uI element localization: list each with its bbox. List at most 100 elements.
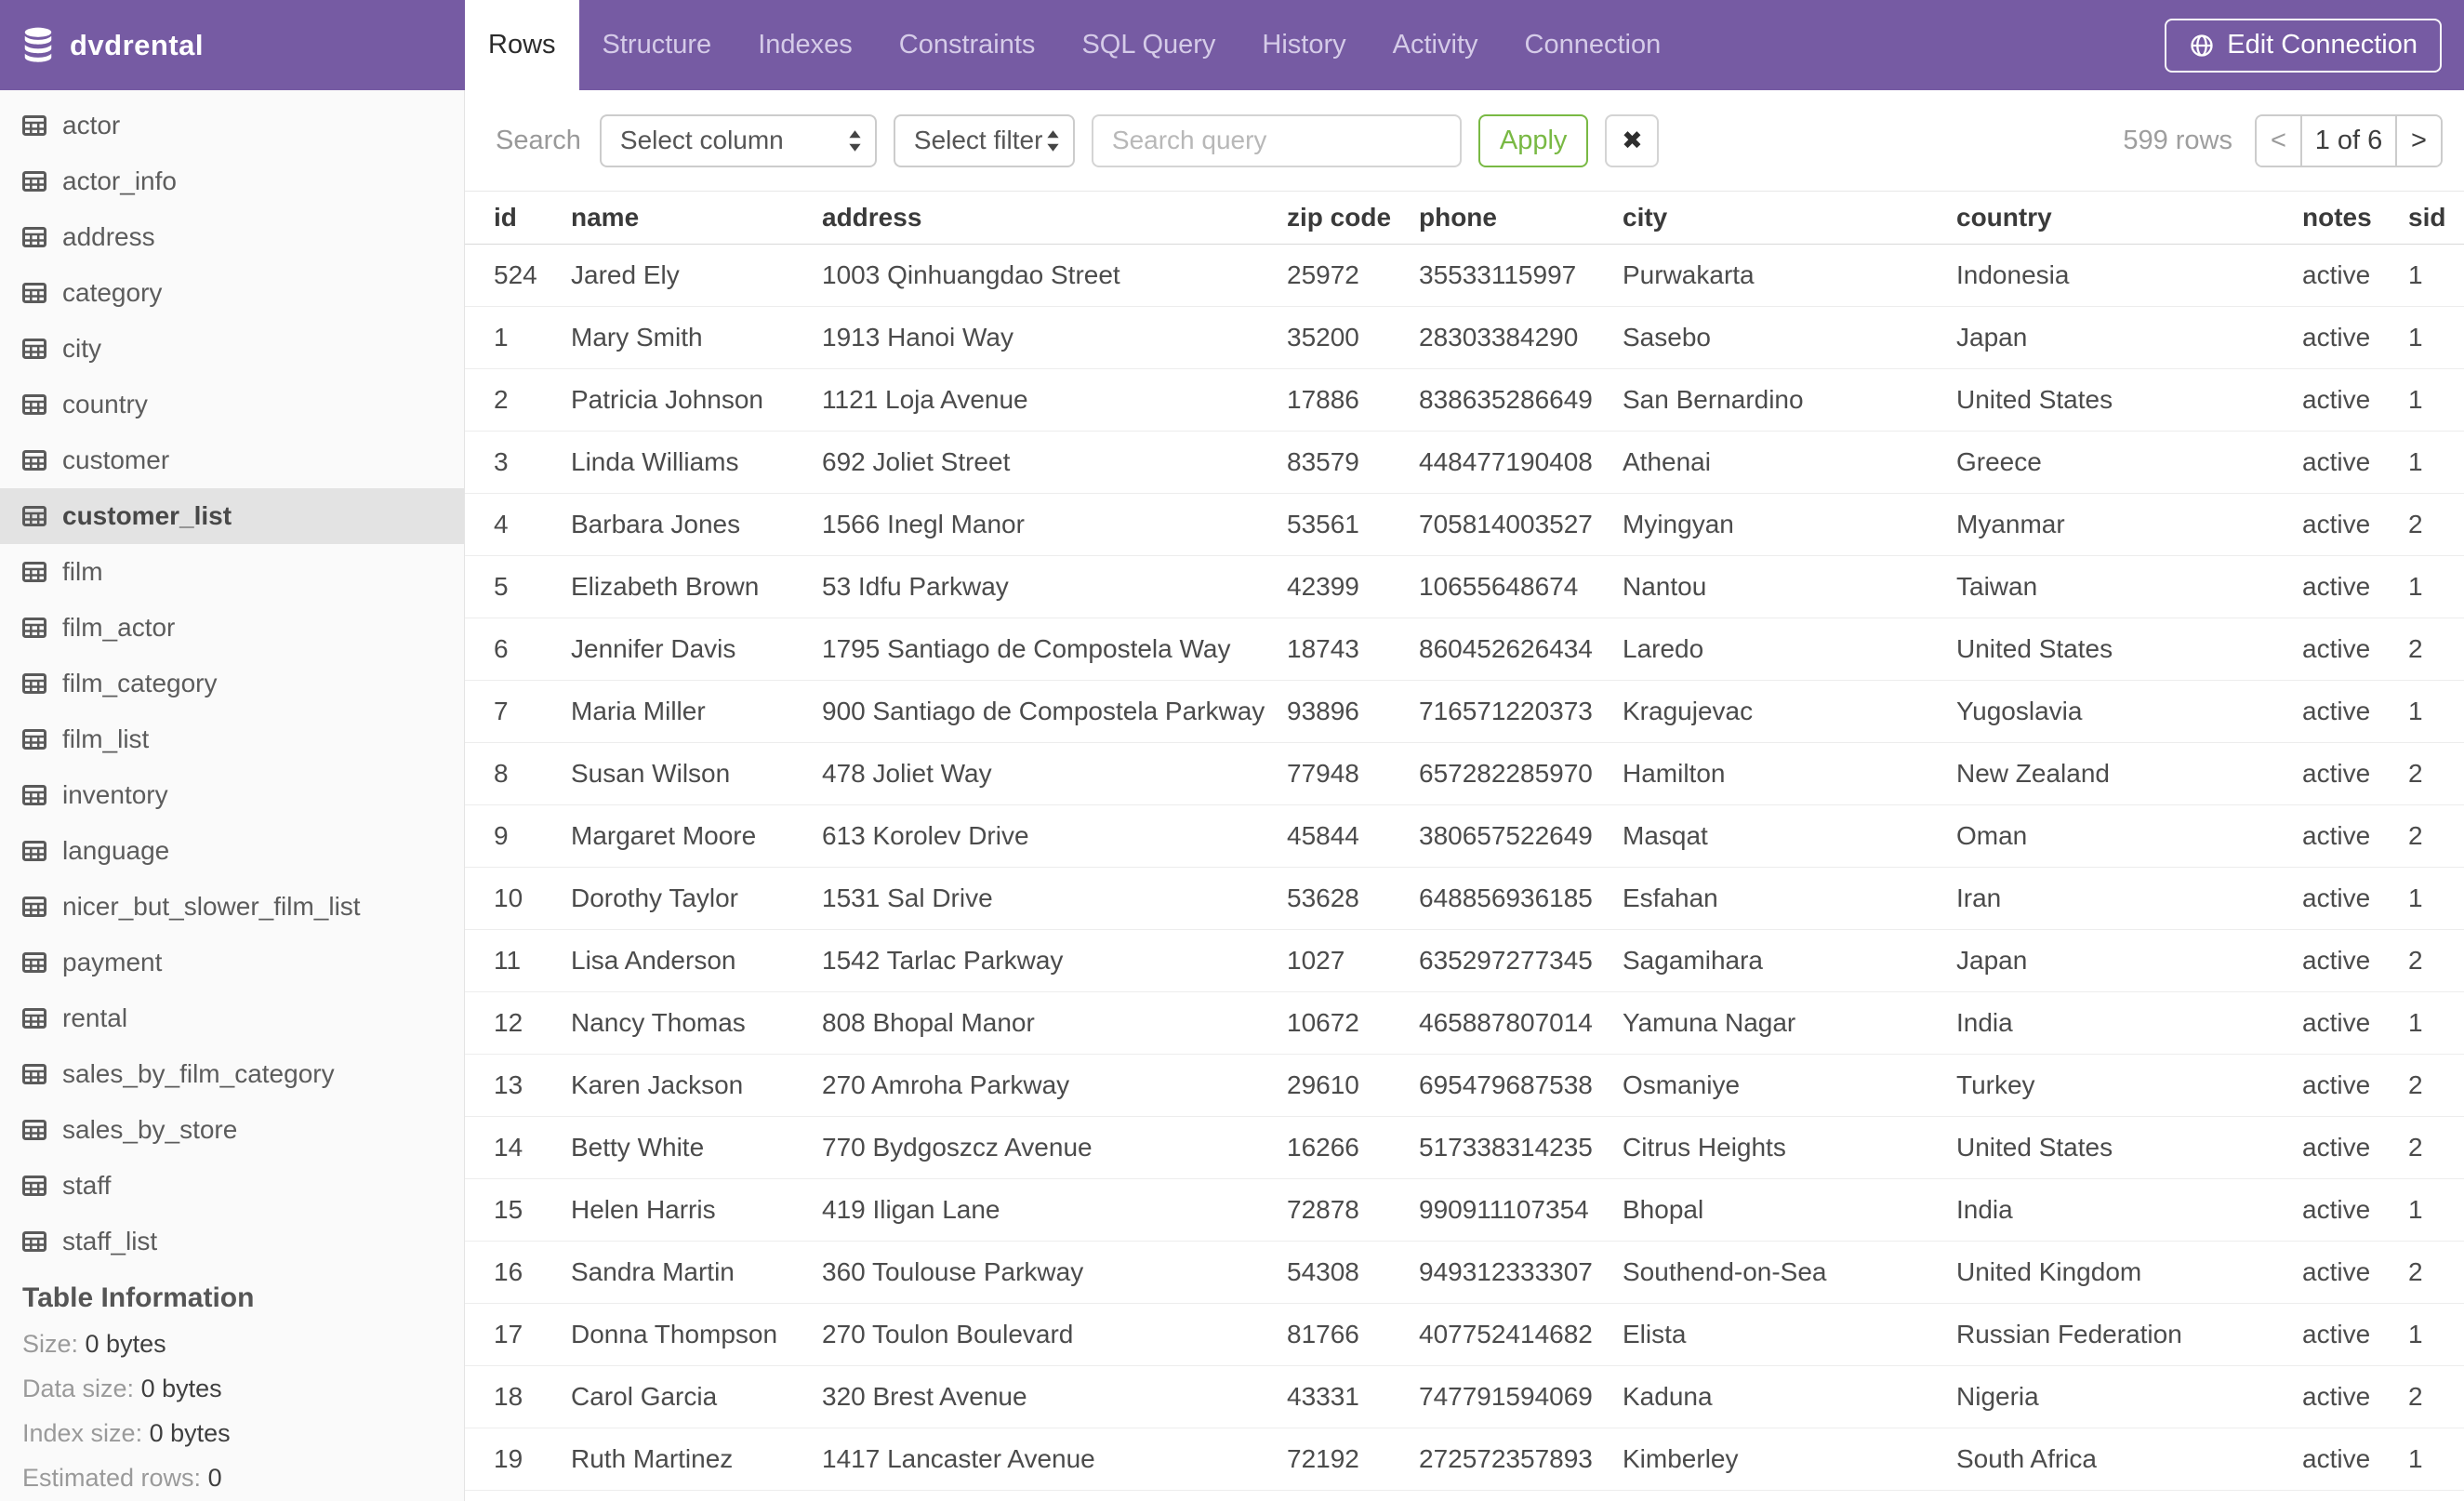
cell-country: Greece <box>1956 431 2302 494</box>
clear-search-button[interactable]: ✖ <box>1605 113 1660 167</box>
search-query-input[interactable] <box>1091 113 1462 167</box>
sidebar-item-city[interactable]: city <box>0 321 464 377</box>
cell-city: Kragujevac <box>1623 680 1956 743</box>
sidebar-item-label: city <box>62 334 101 363</box>
sidebar-item-sales-by-store[interactable]: sales_by_store <box>0 1102 464 1158</box>
sidebar-item-sales-by-film-category[interactable]: sales_by_film_category <box>0 1046 464 1102</box>
sidebar-item-label: customer <box>62 445 170 474</box>
apply-button[interactable]: Apply <box>1477 113 1589 167</box>
cell-id: 10 <box>465 867 571 930</box>
cell-name: Lisa Anderson <box>571 929 822 992</box>
table-row[interactable]: 12 Nancy Thomas 808 Bhopal Manor 10672 46588… <box>465 991 2464 1055</box>
cell-notes: active <box>2302 1428 2408 1491</box>
table-row[interactable]: 4 Barbara Jones 1566 Inegl Manor 53561 70581… <box>465 493 2464 556</box>
sidebar-item-staff[interactable]: staff <box>0 1158 464 1214</box>
cell-notes: active <box>2302 555 2408 618</box>
sidebar-item-actor-info[interactable]: actor_info <box>0 153 464 209</box>
sidebar-item-customer[interactable]: customer <box>0 432 464 488</box>
table-row[interactable]: 3 Linda Williams 692 Joliet Street 83579 448… <box>465 431 2464 494</box>
cell-id: 524 <box>465 244 571 307</box>
tab-rows[interactable]: Rows <box>465 0 579 90</box>
table-row[interactable]: 10 Dorothy Taylor 1531 Sal Drive 53628 64885… <box>465 867 2464 930</box>
sidebar-item-nicer-but-slower-film-list[interactable]: nicer_but_slower_film_list <box>0 879 464 935</box>
cell-country: Russian Federation <box>1956 1303 2302 1366</box>
table-row[interactable]: 7 Maria Miller 900 Santiago de Compostela … <box>465 680 2464 743</box>
sidebar-item-actor[interactable]: actor <box>0 98 464 153</box>
table-icon <box>22 227 46 247</box>
table-row[interactable]: 524 Jared Ely 1003 Qinhuangdao Street 25972… <box>465 244 2464 307</box>
table-row[interactable]: 1 Mary Smith 1913 Hanoi Way 35200 2830338429… <box>465 306 2464 369</box>
cell-sid: 2 <box>2408 1054 2464 1117</box>
cell-zip-code: 29610 <box>1287 1054 1419 1117</box>
cell-country: India <box>1956 991 2302 1055</box>
table-row[interactable]: 9 Margaret Moore 613 Korolev Drive 45844 380… <box>465 804 2464 868</box>
cell-id: 3 <box>465 431 571 494</box>
cell-city: Citrus Heights <box>1623 1116 1956 1179</box>
sidebar-item-film-actor[interactable]: film_actor <box>0 600 464 656</box>
table-row[interactable]: 11 Lisa Anderson 1542 Tarlac Parkway 1027 63… <box>465 929 2464 992</box>
cell-phone: 517338314235 <box>1419 1116 1623 1179</box>
column-header-notes[interactable]: notes <box>2302 191 2408 245</box>
cell-id: 1 <box>465 306 571 369</box>
tab-structure[interactable]: Structure <box>579 0 735 90</box>
cell-address: 320 Brest Avenue <box>822 1365 1287 1428</box>
tab-activity[interactable]: Activity <box>1370 0 1502 90</box>
cell-country: Nigeria <box>1956 1365 2302 1428</box>
sidebar-item-film-list[interactable]: film_list <box>0 711 464 767</box>
column-header-address[interactable]: address <box>822 191 1287 245</box>
cell-country: Turkey <box>1956 1054 2302 1117</box>
cell-zip-code: 43331 <box>1287 1365 1419 1428</box>
cell-city: Yamuna Nagar <box>1623 991 1956 1055</box>
column-header-country[interactable]: country <box>1956 191 2302 245</box>
sidebar-item-language[interactable]: language <box>0 823 464 879</box>
tab-sql-query[interactable]: SQL Query <box>1058 0 1239 90</box>
sidebar-item-country[interactable]: country <box>0 377 464 432</box>
sidebar-item-staff-list[interactable]: staff_list <box>0 1214 464 1269</box>
table-row[interactable]: 18 Carol Garcia 320 Brest Avenue 43331 74779… <box>465 1365 2464 1428</box>
sidebar-item-payment[interactable]: payment <box>0 935 464 990</box>
table-row[interactable]: 6 Jennifer Davis 1795 Santiago de Composte… <box>465 618 2464 681</box>
sidebar-item-customer-list[interactable]: customer_list <box>0 488 464 544</box>
table-info-index-size-: Index size: 0 bytes <box>22 1418 442 1448</box>
table-row[interactable]: 5 Elizabeth Brown 53 Idfu Parkway 42399 1065… <box>465 555 2464 618</box>
filter-select[interactable]: Select filter <box>893 113 1075 167</box>
tab-connection[interactable]: Connection <box>1502 0 1685 90</box>
edit-connection-button[interactable]: Edit Connection <box>2165 18 2442 73</box>
table-row[interactable]: 15 Helen Harris 419 Iligan Lane 72878 990911… <box>465 1178 2464 1242</box>
tab-history[interactable]: History <box>1239 0 1369 90</box>
table-row[interactable]: 16 Sandra Martin 360 Toulouse Parkway 54308… <box>465 1241 2464 1304</box>
table-row[interactable]: 2 Patricia Johnson 1121 Loja Avenue 17886 83… <box>465 368 2464 432</box>
sidebar-item-film[interactable]: film <box>0 544 464 600</box>
cell-notes: active <box>2302 680 2408 743</box>
column-header-id[interactable]: id <box>465 191 571 245</box>
cell-sid: 2 <box>2408 493 2464 556</box>
cell-name: Betty White <box>571 1116 822 1179</box>
column-header-city[interactable]: city <box>1623 191 1956 245</box>
tab-constraints[interactable]: Constraints <box>876 0 1059 90</box>
cell-sid: 1 <box>2408 991 2464 1055</box>
table-row[interactable]: 13 Karen Jackson 270 Amroha Parkway 29610 69… <box>465 1054 2464 1117</box>
next-page-button[interactable]: > <box>2397 115 2441 166</box>
tab-indexes[interactable]: Indexes <box>735 0 876 90</box>
table-info-estimated-rows-: Estimated rows: 0 <box>22 1463 442 1493</box>
column-header-phone[interactable]: phone <box>1419 191 1623 245</box>
select-arrows-icon <box>1047 129 1059 152</box>
cell-phone: 747791594069 <box>1419 1365 1623 1428</box>
column-header-zip-code[interactable]: zip code <box>1287 191 1419 245</box>
table-row[interactable]: 17 Donna Thompson 270 Toulon Boulevard 8176… <box>465 1303 2464 1366</box>
table-row[interactable]: 14 Betty White 770 Bydgoszcz Avenue 16266 51… <box>465 1116 2464 1179</box>
previous-page-button[interactable]: < <box>2257 115 2300 166</box>
column-select[interactable]: Select column <box>599 113 877 167</box>
sidebar-item-inventory[interactable]: inventory <box>0 767 464 823</box>
column-header-sid[interactable]: sid <box>2408 191 2464 245</box>
cell-notes: active <box>2302 742 2408 805</box>
table-row[interactable]: 8 Susan Wilson 478 Joliet Way 77948 65728228… <box>465 742 2464 805</box>
sidebar-item-category[interactable]: category <box>0 265 464 321</box>
sidebar-item-address[interactable]: address <box>0 209 464 265</box>
sidebar-item-film-category[interactable]: film_category <box>0 656 464 711</box>
sidebar-item-rental[interactable]: rental <box>0 990 464 1046</box>
cell-name: Linda Williams <box>571 431 822 494</box>
cell-phone: 10655648674 <box>1419 555 1623 618</box>
table-row[interactable]: 19 Ruth Martinez 1417 Lancaster Avenue 7219… <box>465 1428 2464 1491</box>
column-header-name[interactable]: name <box>571 191 822 245</box>
